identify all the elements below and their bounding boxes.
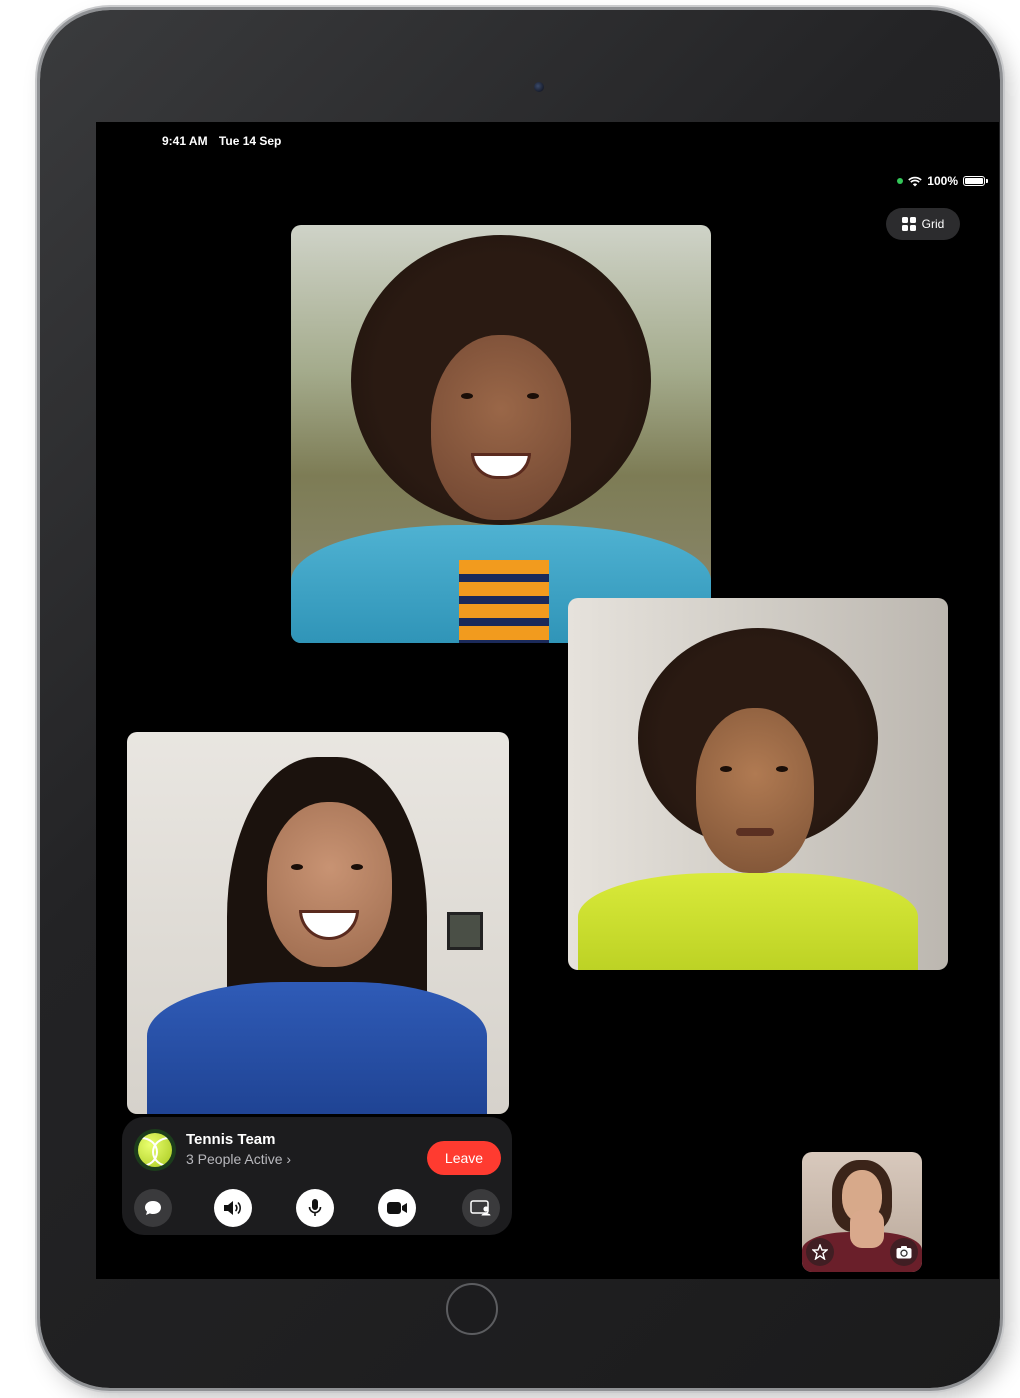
group-name: Tennis Team — [186, 1131, 276, 1148]
participant-3-video — [127, 732, 509, 1114]
shareplay-icon — [470, 1200, 491, 1216]
grid-layout-button[interactable]: Grid — [886, 208, 960, 240]
battery-icon — [963, 176, 988, 186]
participant-3-eye-right — [351, 864, 363, 870]
people-active-link[interactable]: 3 People Active › — [186, 1151, 291, 1167]
grid-label: Grid — [921, 217, 945, 231]
participant-3-wall-frame — [447, 912, 483, 950]
participant-2-eye-right — [776, 766, 788, 772]
status-indicators: 100% — [897, 174, 988, 188]
participant-3-face — [267, 802, 392, 967]
participant-tile-2[interactable] — [568, 598, 948, 970]
participant-1-eye-left — [461, 393, 473, 399]
front-camera — [534, 82, 544, 92]
people-active-text: 3 People Active — [186, 1151, 283, 1167]
participant-2-video — [568, 598, 948, 970]
participant-2-face — [696, 708, 814, 873]
participant-1-tshirt — [459, 560, 549, 643]
status-time-date: 9:41 AM Tue 14 Sep — [162, 134, 281, 148]
chevron-right-icon: › — [286, 1151, 292, 1167]
self-view-video — [802, 1152, 922, 1272]
speaker-icon — [224, 1201, 241, 1215]
participant-3-cardigan — [147, 982, 487, 1114]
participant-2-hoodie — [578, 873, 918, 970]
messages-button[interactable] — [134, 1189, 172, 1227]
flip-camera-button[interactable] — [890, 1238, 918, 1266]
shareplay-button[interactable] — [462, 1189, 500, 1227]
tennis-ball-icon — [138, 1133, 172, 1167]
participant-3-smile — [299, 910, 359, 940]
group-avatar — [134, 1129, 176, 1171]
speaker-button[interactable] — [214, 1189, 252, 1227]
participant-1-smile — [471, 453, 531, 479]
status-date: Tue 14 Sep — [218, 134, 282, 148]
participant-3-eye-left — [291, 864, 303, 870]
participant-tile-1[interactable] — [291, 225, 711, 643]
facetime-screen: 9:41 AM Tue 14 Sep 100% Grid Tennis Team… — [96, 122, 999, 1279]
microphone-icon — [308, 1199, 322, 1216]
participant-1-face — [431, 335, 571, 520]
flip-camera-icon — [896, 1246, 912, 1259]
chat-bubble-icon — [145, 1201, 161, 1215]
mic-in-use-indicator — [897, 178, 904, 184]
microphone-button[interactable] — [296, 1189, 334, 1227]
call-controls-panel: Tennis Team 3 People Active › Leave — [122, 1117, 512, 1235]
self-view-tile[interactable] — [802, 1152, 922, 1272]
status-time: 9:41 AM — [162, 134, 208, 148]
leave-button[interactable]: Leave — [427, 1141, 501, 1175]
home-button[interactable] — [446, 1283, 498, 1335]
participant-tile-3[interactable] — [127, 732, 509, 1114]
grid-icon — [901, 217, 916, 231]
effects-button[interactable] — [806, 1238, 834, 1266]
effects-star-icon — [812, 1244, 828, 1260]
battery-percent: 100% — [927, 174, 958, 188]
participant-1-eye-right — [527, 393, 539, 399]
video-camera-icon — [387, 1202, 407, 1214]
self-view-hand — [850, 1210, 884, 1248]
participant-2-mouth — [736, 828, 774, 836]
participant-2-eye-left — [720, 766, 732, 772]
ipad-device: 9:41 AM Tue 14 Sep 100% Grid Tennis Team… — [40, 10, 1000, 1388]
camera-button[interactable] — [378, 1189, 416, 1227]
wifi-icon — [908, 176, 923, 186]
participant-1-video — [291, 225, 711, 643]
